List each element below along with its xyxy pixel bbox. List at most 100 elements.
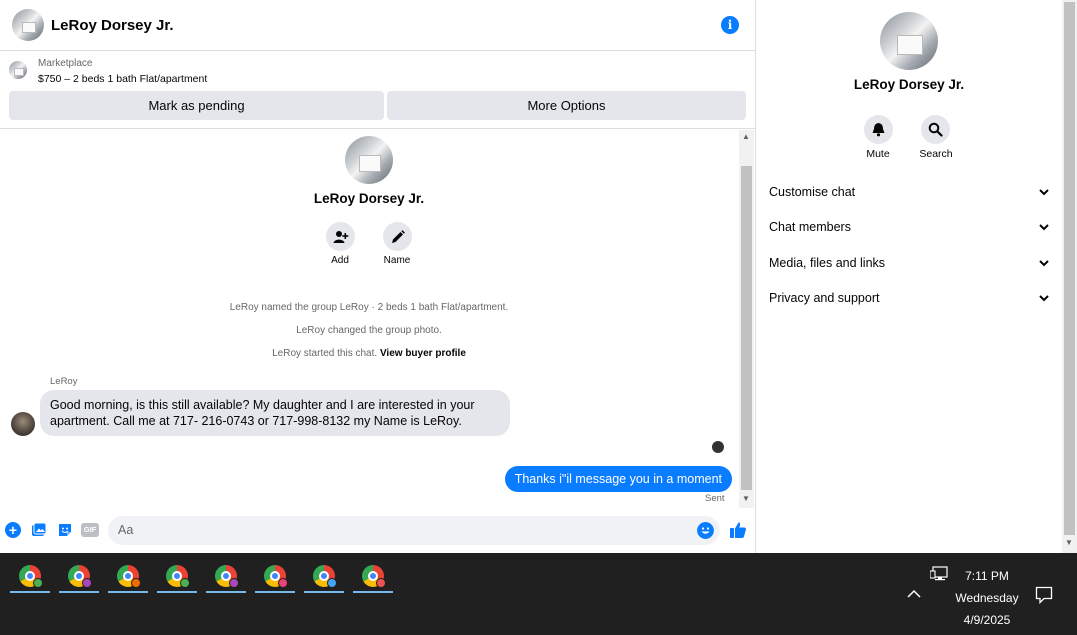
search-button[interactable] [921,115,950,144]
details-avatar[interactable] [880,12,938,70]
system-clock[interactable]: 7:11 PM Wednesday 4/9/2025 [940,565,1034,631]
pencil-icon [391,229,405,243]
chevron-down-icon [1039,189,1049,196]
photo-icon[interactable] [31,522,47,538]
section-label: Chat members [769,220,851,234]
plus-icon[interactable]: + [5,522,21,538]
name-group-button[interactable] [383,222,412,251]
chat-pane: LeRoy Dorsey Jr. i Marketplace $750 – 2 … [0,0,756,553]
mark-as-pending-button[interactable]: Mark as pending [9,91,384,120]
window-scroll-down-arrow[interactable]: ▼ [1065,538,1073,547]
active-indicator [10,591,50,593]
section-customise-chat[interactable]: Customise chat [769,185,1051,199]
profile-badge [33,578,43,588]
name-label: Name [383,255,411,266]
more-options-button[interactable]: More Options [387,91,746,120]
system-message: LeRoy changed the group photo. [296,325,442,336]
taskbar-chrome-app[interactable] [304,561,344,593]
windows-taskbar: 7:11 PM Wednesday 4/9/2025 [0,553,1077,635]
scroll-thumb[interactable] [741,166,752,490]
thumbs-up-icon[interactable] [729,521,747,539]
gif-icon[interactable]: GIF [81,523,99,537]
marketplace-bar: Marketplace $750 – 2 beds 1 bath Flat/ap… [0,51,756,129]
active-indicator [59,591,99,593]
active-indicator [206,591,246,593]
clock-day: Wednesday [955,591,1019,605]
profile-badge [327,578,337,588]
profile-badge [82,578,92,588]
message-input-placeholder: Aa [118,523,134,537]
active-indicator [108,591,148,593]
sender-name: LeRoy [50,376,78,387]
bell-icon [872,123,885,137]
profile-badge [278,578,288,588]
profile-badge [180,578,190,588]
profile-badge [131,578,141,588]
details-name[interactable]: LeRoy Dorsey Jr. [757,77,1061,92]
clock-date: 4/9/2025 [963,613,1011,627]
section-label: Privacy and support [769,291,880,305]
notification-icon[interactable] [1035,586,1053,604]
profile-badge [376,578,386,588]
taskbar-chrome-app[interactable] [206,561,246,593]
chevron-down-icon [1039,260,1049,267]
taskbar-chrome-app[interactable] [10,561,50,593]
thread-scrollbar[interactable]: ▲ ▼ [739,130,754,508]
thread-profile-name: LeRoy Dorsey Jr. [313,191,425,206]
add-label: Add [331,255,349,266]
incoming-message-bubble[interactable]: Good morning, is this still available? M… [40,390,510,436]
message-composer: + GIF Aa [0,510,756,550]
info-icon[interactable]: i [721,16,739,34]
chevron-down-icon [1039,224,1049,231]
profile-badge [229,578,239,588]
message-status: Sent [705,493,725,504]
add-person-icon [333,230,348,243]
thread-profile-avatar[interactable] [345,136,393,184]
section-media-files-links[interactable]: Media, files and links [769,256,1051,270]
chat-title[interactable]: LeRoy Dorsey Jr. [51,17,174,34]
header-avatar[interactable] [12,9,44,41]
scroll-up-arrow[interactable]: ▲ [742,132,750,141]
section-chat-members[interactable]: Chat members [769,220,1051,234]
taskbar-chrome-app[interactable] [353,561,393,593]
chat-details-pane: LeRoy Dorsey Jr. Mute Search Customise c… [757,0,1061,553]
system-message-row: LeRoy started this chat. View buyer prof… [0,348,738,359]
chat-header: LeRoy Dorsey Jr. i [0,0,756,51]
taskbar-chrome-app[interactable] [157,561,197,593]
mute-button[interactable] [864,115,893,144]
listing-title[interactable]: $750 – 2 beds 1 bath Flat/apartment [38,73,207,85]
search-icon [928,122,943,137]
taskbar-chrome-app[interactable] [255,561,295,593]
outgoing-message-bubble[interactable]: Thanks i"il message you in a moment [504,466,732,492]
sender-avatar[interactable] [11,412,35,436]
message-thread: LeRoy Dorsey Jr. Add Name LeRoy named th… [0,130,738,508]
window-scrollbar[interactable]: ▼ [1062,0,1077,553]
active-indicator [304,591,344,593]
message-input[interactable]: Aa [108,516,720,545]
search-label: Search [919,148,953,160]
view-buyer-profile-link[interactable]: View buyer profile [380,348,466,359]
window-scroll-thumb[interactable] [1064,2,1075,535]
chevron-down-icon [1039,295,1049,302]
taskbar-chrome-app[interactable] [108,561,148,593]
clock-time: 7:11 PM [965,569,1009,583]
taskbar-chrome-app[interactable] [59,561,99,593]
system-message: LeRoy named the group LeRoy · 2 beds 1 b… [229,302,509,313]
seen-avatar-indicator [712,441,724,453]
system-message: LeRoy started this chat. [272,348,378,359]
active-indicator [157,591,197,593]
section-label: Media, files and links [769,256,886,270]
emoji-icon[interactable] [697,522,714,539]
section-label: Customise chat [769,185,856,199]
active-indicator [353,591,393,593]
add-people-button[interactable] [326,222,355,251]
active-indicator [255,591,295,593]
section-privacy-support[interactable]: Privacy and support [769,291,1051,305]
mute-label: Mute [866,148,890,160]
chevron-up-icon[interactable] [906,588,922,600]
scroll-down-arrow[interactable]: ▼ [742,494,750,503]
messenger-window: LeRoy Dorsey Jr. i Marketplace $750 – 2 … [0,0,1077,635]
listing-thumbnail[interactable] [9,61,27,79]
sticker-icon[interactable] [57,522,73,538]
marketplace-label: Marketplace [38,58,93,69]
